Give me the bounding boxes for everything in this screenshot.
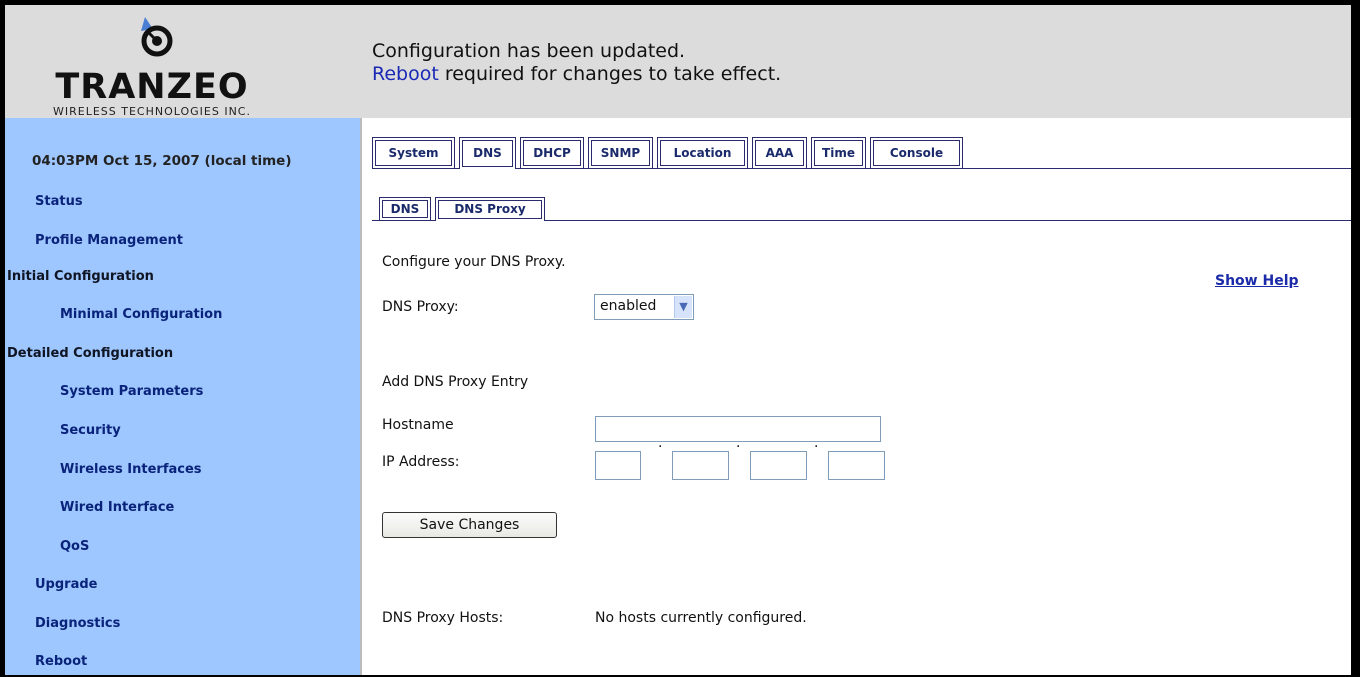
update-notice: Configuration has been updated. Reboot r… (372, 40, 781, 86)
sidebar-item-diagnostics[interactable]: Diagnostics (35, 616, 120, 631)
ip-octet-4-input[interactable] (828, 451, 885, 480)
hostname-label: Hostname (382, 417, 454, 433)
local-time: 04:03PM Oct 15, 2007 (local time) (32, 153, 292, 169)
main-content: System DNS DHCP SNMP Location AAA Time C… (362, 118, 1351, 675)
chevron-down-icon: ▼ (674, 296, 692, 318)
dns-proxy-hosts-value: No hosts currently configured. (595, 610, 807, 626)
tab-console[interactable]: Console (870, 137, 963, 168)
notice-line1: Configuration has been updated. (372, 40, 686, 62)
dns-proxy-select[interactable]: enabled ▼ (594, 294, 694, 320)
tab-system[interactable]: System (372, 137, 455, 168)
sidebar-item-wireless-interfaces[interactable]: Wireless Interfaces (60, 462, 202, 477)
tab-aaa[interactable]: AAA (752, 137, 807, 168)
dns-proxy-select-value: enabled (600, 298, 657, 314)
tranzeo-logo[interactable]: TRANZEO WIRELESS TECHNOLOGIES INC. (7, 9, 297, 118)
sidebar-item-system-parameters[interactable]: System Parameters (60, 384, 203, 399)
notice-line2: Reboot required for changes to take effe… (372, 63, 781, 86)
sidebar-item-qos[interactable]: QoS (60, 539, 89, 554)
sidebar-item-status[interactable]: Status (35, 194, 83, 209)
sidebar-heading-initial-configuration: Initial Configuration (7, 269, 154, 284)
dns-proxy-hosts-label: DNS Proxy Hosts: (382, 610, 504, 626)
ip-octet-3-input[interactable] (750, 451, 807, 480)
notice-line2-text: required for changes to take effect. (438, 63, 782, 85)
sidebar-item-profile-management[interactable]: Profile Management (35, 233, 183, 248)
header: TRANZEO WIRELESS TECHNOLOGIES INC. Confi… (5, 5, 1351, 118)
subtab-dns[interactable]: DNS (379, 197, 431, 220)
sidebar-item-security[interactable]: Security (60, 423, 121, 438)
save-changes-button[interactable]: Save Changes (382, 512, 557, 538)
tab-snmp[interactable]: SNMP (588, 137, 653, 168)
sidebar-item-reboot[interactable]: Reboot (35, 654, 87, 669)
tab-location[interactable]: Location (657, 137, 748, 168)
sidebar-heading-detailed-configuration: Detailed Configuration (7, 346, 174, 361)
sidebar-item-upgrade[interactable]: Upgrade (35, 577, 97, 592)
ip-octet-2-input[interactable] (672, 451, 729, 480)
ip-dot-separator: . (658, 435, 663, 451)
sub-tab-bar: DNS DNS Proxy (372, 197, 1351, 221)
tranzeo-antenna-logo-icon (141, 17, 173, 57)
show-help-link[interactable]: Show Help (1215, 273, 1299, 289)
intro-text: Configure your DNS Proxy. (382, 254, 566, 270)
main-tab-bar: System DNS DHCP SNMP Location AAA Time C… (372, 137, 1351, 169)
sidebar-item-wired-interface[interactable]: Wired Interface (60, 500, 174, 515)
ip-dot-separator: . (736, 435, 741, 451)
logo-text: TRANZEO (55, 67, 249, 107)
tab-dns[interactable]: DNS (459, 137, 516, 169)
subtab-dns-proxy[interactable]: DNS Proxy (435, 197, 545, 221)
sidebar-nav: 04:03PM Oct 15, 2007 (local time) Status… (5, 118, 360, 675)
tab-dhcp[interactable]: DHCP (520, 137, 584, 168)
ip-dot-separator: . (814, 435, 819, 451)
ip-octet-1-input[interactable] (595, 451, 641, 480)
sidebar-item-minimal-configuration[interactable]: Minimal Configuration (60, 307, 222, 322)
add-entry-heading: Add DNS Proxy Entry (382, 374, 529, 390)
logo-subtext: WIRELESS TECHNOLOGIES INC. (52, 105, 251, 118)
reboot-link[interactable]: Reboot (372, 63, 439, 85)
tab-time[interactable]: Time (811, 137, 866, 168)
ip-address-label: IP Address: (382, 454, 460, 470)
dns-proxy-label: DNS Proxy: (382, 299, 459, 315)
